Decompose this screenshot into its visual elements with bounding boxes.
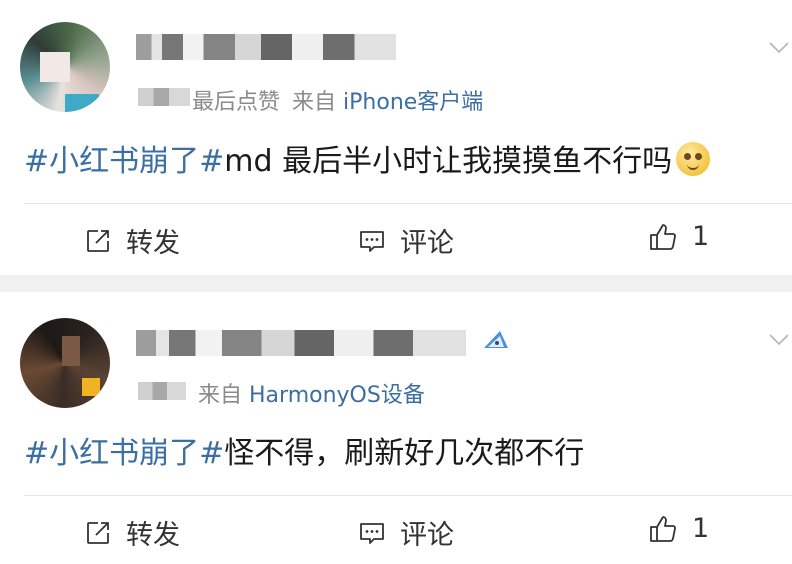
like-button[interactable]: 1 (648, 513, 709, 544)
meta-redacted (138, 88, 190, 106)
source-client-link[interactable]: HarmonyOS设备 (249, 383, 425, 408)
avatar[interactable] (20, 318, 110, 408)
comment-label: 评论 (400, 228, 454, 259)
action-divider (24, 495, 792, 496)
username-redacted[interactable] (136, 330, 466, 356)
comment-icon (360, 522, 384, 544)
comment-label: 评论 (400, 520, 454, 551)
post-content: #小红书崩了#md 最后半小时让我摸摸鱼不行吗 (24, 136, 711, 180)
thumbs-up-icon (650, 223, 676, 250)
post-text: md 最后半小时让我摸摸鱼不行吗 (224, 144, 673, 179)
comment-button[interactable]: 评论 (358, 221, 454, 260)
repost-label: 转发 (126, 228, 180, 259)
chevron-down-icon[interactable] (768, 328, 790, 350)
vip-badge-icon (484, 331, 508, 348)
repost-icon (87, 521, 109, 544)
action-divider (24, 203, 792, 204)
hashtag-link[interactable]: #小红书崩了# (24, 436, 224, 471)
username-redacted[interactable] (136, 34, 396, 60)
avatar[interactable] (20, 22, 110, 112)
comment-button[interactable]: 评论 (358, 513, 454, 552)
comment-icon (360, 230, 384, 252)
weibo-post: 来自 HarmonyOS设备 #小红书崩了#怪不得，刷新好几次都不行 转发 评论… (0, 292, 792, 564)
repost-button[interactable]: 转发 (84, 221, 180, 260)
meta-redacted (138, 382, 186, 400)
repost-label: 转发 (126, 520, 180, 551)
hashtag-link[interactable]: #小红书崩了# (24, 144, 224, 179)
chevron-down-icon[interactable] (768, 36, 790, 58)
weibo-post: 最后点赞 来自 iPhone客户端 #小红书崩了#md 最后半小时让我摸摸鱼不行吗… (0, 0, 792, 275)
meta-like-label: 最后点赞 (192, 90, 281, 115)
drooling-face-emoji-icon (676, 142, 711, 176)
repost-button[interactable]: 转发 (84, 513, 180, 552)
post-text: 怪不得，刷新好几次都不行 (224, 436, 585, 471)
source-prefix: 来自 (198, 383, 243, 408)
thumbs-up-icon (650, 515, 676, 542)
like-count: 1 (692, 221, 710, 252)
feed-separator (0, 275, 792, 292)
post-meta: 最后点赞 来自 iPhone客户端 (192, 84, 483, 116)
repost-icon (87, 229, 109, 252)
source-client-link[interactable]: iPhone客户端 (343, 90, 483, 115)
source-prefix: 来自 (292, 90, 337, 115)
post-content: #小红书崩了#怪不得，刷新好几次都不行 (24, 428, 584, 472)
like-button[interactable]: 1 (648, 221, 709, 252)
post-meta: 来自 HarmonyOS设备 (198, 377, 425, 409)
like-count: 1 (692, 513, 710, 544)
